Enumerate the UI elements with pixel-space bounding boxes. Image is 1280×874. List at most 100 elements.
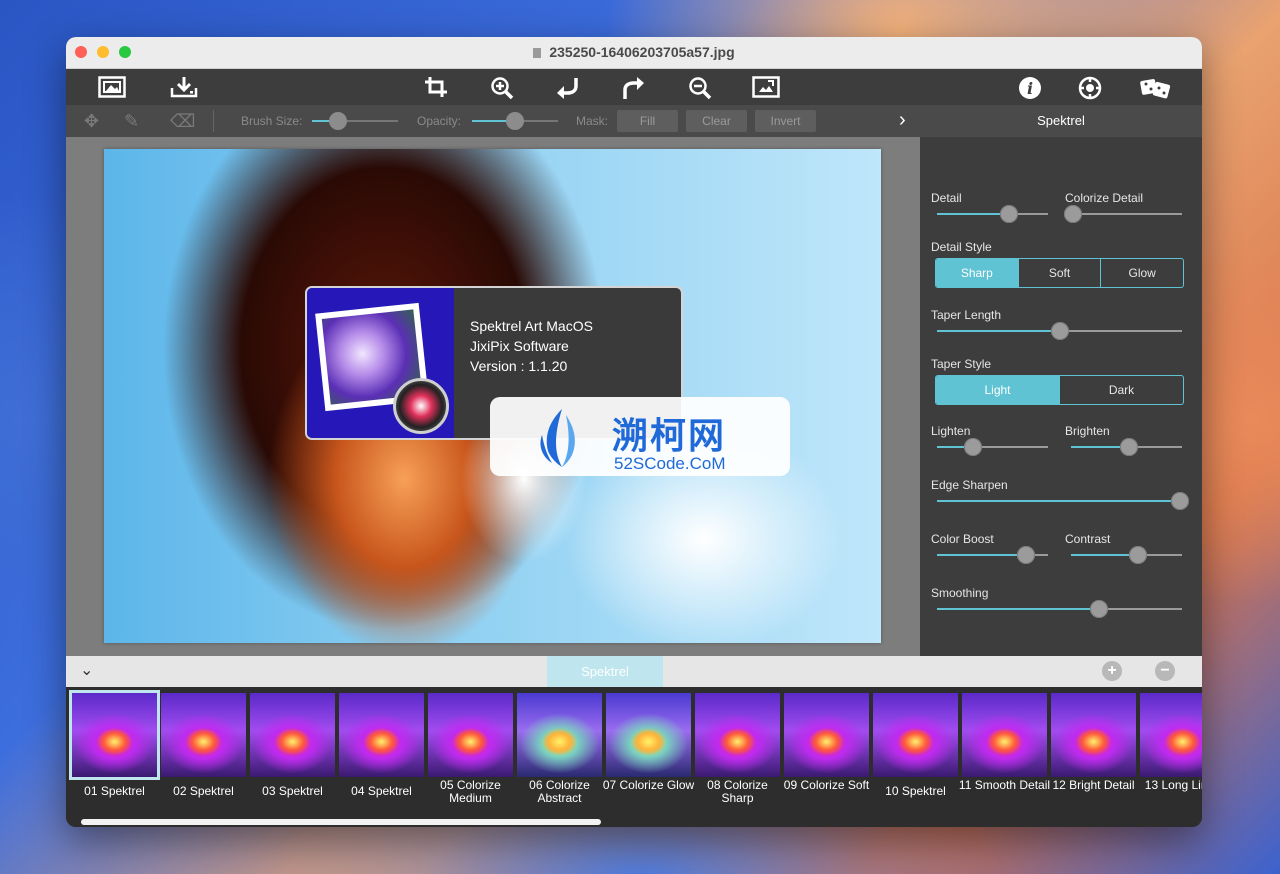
about-version: Version : 1.1.20 [470,358,568,374]
preset-label: 08 Colorize Sharp [707,778,768,805]
spektrel-panel: Spektrel Detail Colorize Detail Detail S… [920,105,1202,656]
preset-thumbnail[interactable]: 11 Smooth Detail [959,693,1050,813]
taper-style-light[interactable]: Light [936,376,1059,404]
add-preset-icon[interactable]: + [1102,661,1122,681]
brush-size-knob[interactable] [329,112,347,130]
detail-style-sharp[interactable]: Sharp [936,259,1018,287]
preset-preview-image[interactable] [428,693,513,777]
smoothing-fill [937,608,1099,610]
rotate-right-icon[interactable] [619,73,649,101]
save-icon[interactable] [169,73,199,101]
contrast-fill [1071,554,1138,556]
preset-preview-image[interactable] [517,693,602,777]
preset-preview-image[interactable] [250,693,335,777]
open-image-icon[interactable] [97,73,127,101]
svg-text:i: i [1027,79,1033,98]
detail-fill [937,213,1009,215]
preset-label: 05 Colorize Medium [440,778,501,805]
brush-size-label: Brush Size: [241,114,303,128]
rotate-left-icon[interactable] [552,73,582,101]
contrast-knob[interactable] [1129,546,1147,564]
contrast-label: Contrast [1065,532,1111,546]
taper-length-slider[interactable] [937,322,1182,340]
smoothing-knob[interactable] [1090,600,1108,618]
preset-preview-image[interactable] [784,693,869,777]
brush-icon[interactable]: ✎ [124,111,139,132]
detail-slider[interactable] [937,205,1048,223]
zoom-out-icon[interactable] [685,73,715,101]
brighten-knob[interactable] [1120,438,1138,456]
detail-style-glow[interactable]: Glow [1100,259,1183,287]
horizontal-scrollbar[interactable] [81,819,601,825]
settings-icon[interactable] [1075,73,1105,101]
edge-sharpen-knob[interactable] [1171,492,1189,510]
mask-invert-button[interactable]: Invert [755,110,816,132]
preset-strip-header: ⌄ Spektrel + − [66,656,1202,687]
preset-thumbnail[interactable]: 05 Colorize Medium [428,693,513,813]
brush-size-slider[interactable] [312,112,398,130]
crop-icon[interactable] [421,73,451,101]
color-boost-slider[interactable] [937,546,1048,564]
preset-label: 13 Long Lines [1144,778,1202,792]
eraser-icon[interactable]: ⌫ [170,111,195,132]
preset-thumbnail[interactable]: 01 Spektrel [72,693,157,813]
preset-thumbnail[interactable]: 13 Long Lines [1140,693,1202,813]
chevron-down-icon[interactable]: ⌄ [80,660,93,680]
preset-thumbnail[interactable]: 12 Bright Detail [1051,693,1136,813]
brush-options-bar: ✥ ✎ ⌫ Brush Size: Opacity: Mask: Fill Cl… [66,105,920,137]
preset-preview-image[interactable] [695,693,780,777]
preset-thumbnail[interactable]: 06 Colorize Abstract [517,693,602,813]
info-icon[interactable]: i [1015,73,1045,101]
taper-style-dark[interactable]: Dark [1059,376,1183,404]
mask-fill-button[interactable]: Fill [617,110,678,132]
opacity-knob[interactable] [506,112,524,130]
preset-preview-image[interactable] [962,693,1047,777]
lighten-slider[interactable] [937,438,1048,456]
preset-preview-image[interactable] [606,693,691,777]
preset-label: 11 Smooth Detail [958,778,1051,792]
lighten-knob[interactable] [964,438,982,456]
preset-label: 03 Spektrel [262,784,323,798]
remove-preset-icon[interactable]: − [1155,661,1175,681]
opacity-slider[interactable] [472,112,558,130]
preset-preview-image[interactable] [1140,693,1202,777]
mask-clear-button[interactable]: Clear [686,110,747,132]
preset-label: 07 Colorize Glow [602,778,695,792]
dice-icon[interactable] [1139,73,1171,101]
panel-title: Spektrel [920,105,1202,137]
preset-thumbnail[interactable]: 10 Spektrel [873,693,958,813]
preset-thumbnail[interactable]: 09 Colorize Soft [784,693,869,813]
detail-style-soft[interactable]: Soft [1017,259,1101,287]
preset-thumbnail[interactable]: 04 Spektrel [339,693,424,813]
zoom-in-icon[interactable] [487,73,517,101]
smoothing-slider[interactable] [937,600,1182,618]
edge-sharpen-label: Edge Sharpen [931,478,1008,492]
preset-thumbnail[interactable]: 03 Spektrel [250,693,335,813]
preset-label: 10 Spektrel [885,784,946,798]
colorize-detail-knob[interactable] [1064,205,1082,223]
colorize-detail-slider[interactable] [1064,205,1182,223]
brighten-slider[interactable] [1071,438,1182,456]
taper-style-label: Taper Style [931,357,992,371]
preset-thumbnail[interactable]: 07 Colorize Glow [603,693,694,813]
preset-preview-image[interactable] [1051,693,1136,777]
edge-sharpen-slider[interactable] [937,492,1189,510]
chevron-right-icon[interactable]: › [899,109,906,132]
taper-length-label: Taper Length [931,308,1002,322]
contrast-slider[interactable] [1071,546,1182,564]
preset-thumbnail[interactable]: 02 Spektrel [161,693,246,813]
preset-preview-image[interactable] [339,693,424,777]
color-boost-knob[interactable] [1017,546,1035,564]
camera-lens-icon [393,378,449,434]
preset-preview-image[interactable] [72,693,157,777]
preset-category-tab[interactable]: Spektrel [547,656,663,687]
brighten-label: Brighten [1065,424,1110,438]
preset-thumbnail[interactable]: 08 Colorize Sharp [695,693,780,813]
move-icon[interactable]: ✥ [84,111,99,132]
app-artwork [307,288,454,438]
preset-preview-image[interactable] [873,693,958,777]
taper-length-knob[interactable] [1051,322,1069,340]
preset-preview-image[interactable] [161,693,246,777]
detail-knob[interactable] [1000,205,1018,223]
fit-screen-icon[interactable] [751,73,781,101]
